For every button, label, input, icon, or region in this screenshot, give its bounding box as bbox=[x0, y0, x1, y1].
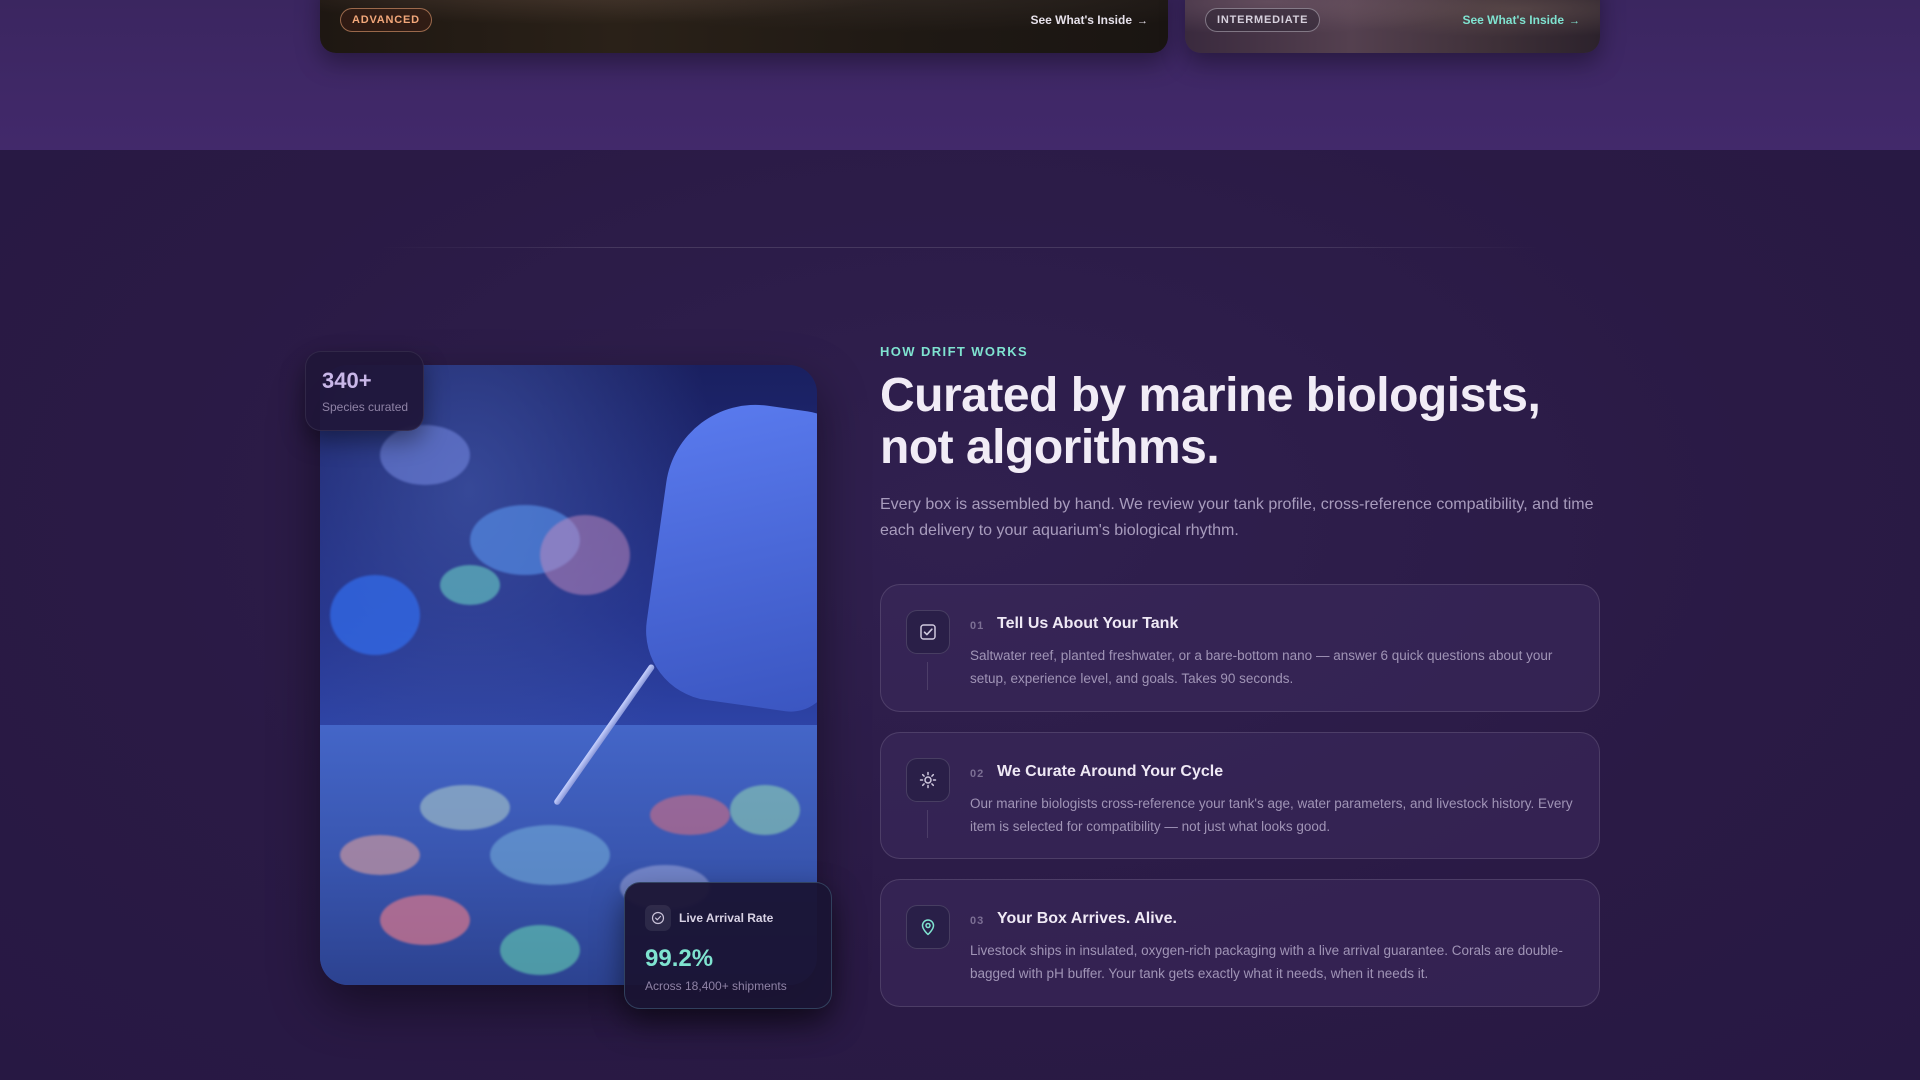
live-arrival-card: Live Arrival Rate 99.2% Across 18,400+ s… bbox=[624, 882, 832, 1009]
coral-blob bbox=[420, 785, 510, 830]
box-card-advanced[interactable]: ADVANCED See What's Inside → bbox=[320, 0, 1168, 53]
coral-blob bbox=[380, 425, 470, 485]
step-card-1: 01 Tell Us About Your Tank Saltwater ree… bbox=[880, 584, 1600, 712]
location-pin-icon bbox=[906, 905, 950, 949]
level-badge-advanced: ADVANCED bbox=[340, 8, 432, 32]
step-description: Saltwater reef, planted freshwater, or a… bbox=[970, 648, 1553, 686]
arrival-subtitle: Across 18,400+ shipments bbox=[645, 979, 787, 993]
box-card-intermediate[interactable]: INTERMEDIATE See What's Inside → bbox=[1185, 0, 1600, 53]
step-connector bbox=[927, 662, 928, 690]
step-number: 02 bbox=[970, 768, 985, 780]
step-description: Our marine biologists cross-reference yo… bbox=[970, 796, 1573, 834]
coral-blob bbox=[380, 895, 470, 945]
check-circle-icon bbox=[645, 905, 671, 931]
coral-blob bbox=[650, 795, 730, 835]
arrow-right-icon: → bbox=[1569, 15, 1580, 27]
step-number: 01 bbox=[970, 620, 985, 632]
step-number: 03 bbox=[970, 915, 985, 927]
coral-blob bbox=[340, 835, 420, 875]
link-label: See What's Inside bbox=[1462, 13, 1564, 27]
step-description: Livestock ships in insulated, oxygen-ric… bbox=[970, 943, 1563, 981]
species-count: 340+ bbox=[322, 368, 372, 393]
step-title: Tell Us About Your Tank bbox=[997, 615, 1179, 632]
see-whats-inside-link[interactable]: See What's Inside → bbox=[1462, 13, 1580, 27]
checkbox-icon bbox=[906, 610, 950, 654]
step-connector bbox=[927, 810, 928, 838]
link-label: See What's Inside bbox=[1030, 13, 1132, 27]
see-whats-inside-link[interactable]: See What's Inside → bbox=[1030, 13, 1148, 27]
coral-blob bbox=[440, 565, 500, 605]
species-label: Species curated bbox=[322, 400, 409, 414]
arrival-title: Live Arrival Rate bbox=[679, 911, 774, 925]
coral-blob bbox=[330, 575, 420, 655]
species-stat-card: 340+ Species curated bbox=[305, 351, 424, 431]
section-headline: Curated by marine biologists, not algori… bbox=[880, 369, 1541, 474]
step-title: Your Box Arrives. Alive. bbox=[997, 910, 1177, 927]
section-divider bbox=[380, 247, 1540, 248]
step-card-3: 03 Your Box Arrives. Alive. Livestock sh… bbox=[880, 879, 1600, 1007]
arrival-rate: 99.2% bbox=[645, 945, 714, 972]
step-title: We Curate Around Your Cycle bbox=[997, 763, 1224, 780]
section-lede: Every box is assembled by hand. We revie… bbox=[880, 496, 1594, 539]
coral-blob bbox=[730, 785, 800, 835]
coral-blob bbox=[490, 825, 610, 885]
arrow-right-icon: → bbox=[1137, 15, 1148, 27]
step-card-2: 02 We Curate Around Your Cycle Our marin… bbox=[880, 732, 1600, 859]
coral-blob bbox=[500, 925, 580, 975]
sun-icon bbox=[906, 758, 950, 802]
level-badge-intermediate: INTERMEDIATE bbox=[1205, 8, 1321, 32]
coral-blob bbox=[540, 515, 630, 595]
top-band: ADVANCED See What's Inside → INTERMEDIATE… bbox=[0, 0, 1920, 150]
gloved-hand bbox=[637, 393, 817, 717]
section-eyebrow: HOW DRIFT WORKS bbox=[880, 344, 1029, 359]
